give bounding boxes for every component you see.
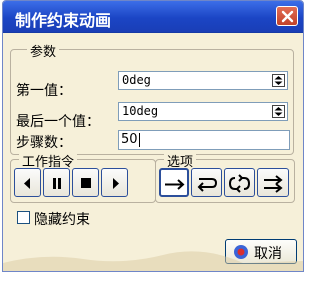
stop-button[interactable] bbox=[72, 168, 99, 197]
close-icon bbox=[281, 10, 294, 23]
first-value-spinner[interactable]: 0deg bbox=[118, 71, 288, 90]
loop-icon bbox=[228, 174, 251, 193]
pause-button[interactable] bbox=[43, 168, 70, 197]
last-value-input[interactable]: 10deg bbox=[122, 104, 158, 118]
hide-constraints-label: 隐藏约束 bbox=[34, 212, 90, 228]
first-value-spin-arrows[interactable] bbox=[272, 74, 285, 87]
repeat-option-button[interactable] bbox=[257, 168, 289, 197]
one-shot-option-button[interactable] bbox=[159, 168, 189, 197]
close-button[interactable] bbox=[276, 6, 298, 26]
step-back-button[interactable] bbox=[14, 168, 41, 197]
parameters-group-title: 参数 bbox=[27, 41, 60, 60]
arrow-right-icon bbox=[165, 179, 185, 190]
text-caret bbox=[138, 132, 140, 147]
reverse-option-button[interactable] bbox=[191, 168, 222, 197]
step-forward-button[interactable] bbox=[101, 168, 128, 197]
first-value-label: 第一值： bbox=[16, 83, 72, 99]
stop-icon bbox=[81, 178, 91, 188]
first-value-input[interactable]: 0deg bbox=[122, 73, 151, 87]
steps-input[interactable]: 50 bbox=[118, 130, 290, 150]
return-arrow-icon bbox=[197, 178, 218, 192]
last-value-spinner[interactable]: 10deg bbox=[118, 102, 288, 121]
last-value-spin-arrows[interactable] bbox=[272, 105, 285, 118]
double-arrow-icon bbox=[264, 175, 283, 193]
footer-swirl bbox=[3, 251, 303, 271]
steps-value: 50 bbox=[121, 132, 138, 147]
steps-label: 步骤数： bbox=[16, 135, 72, 151]
loop-option-button[interactable] bbox=[224, 168, 255, 197]
window-title: 制作约束动画 bbox=[15, 11, 112, 30]
pause-icon bbox=[53, 178, 61, 189]
spin-arrows-icon bbox=[274, 107, 283, 116]
step-back-icon bbox=[24, 178, 30, 189]
hide-constraints-checkbox[interactable] bbox=[17, 211, 30, 224]
spin-arrows-icon bbox=[274, 76, 283, 85]
animate-constraint-dialog: 制作约束动画 参数 第一值： 0deg 最后一个值： 10deg 步骤数： 50 bbox=[2, 0, 304, 272]
last-value-label: 最后一个值： bbox=[16, 114, 100, 130]
step-forward-icon bbox=[113, 178, 119, 189]
title-bar[interactable]: 制作约束动画 bbox=[3, 1, 303, 33]
